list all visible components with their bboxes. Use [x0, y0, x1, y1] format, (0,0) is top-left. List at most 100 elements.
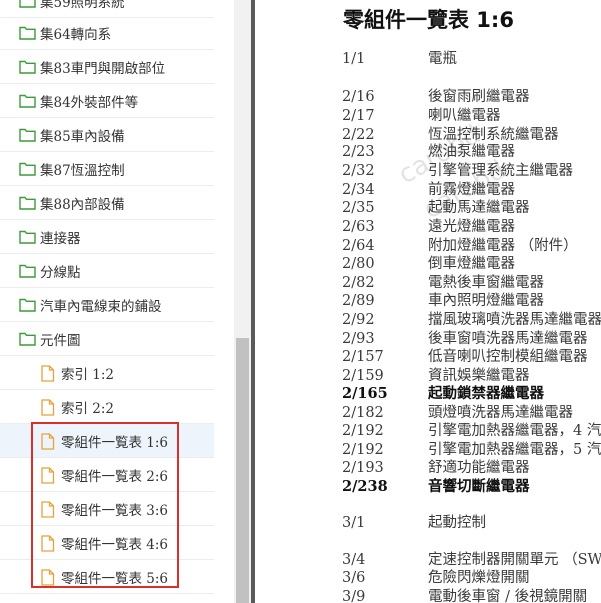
component-name: 倒車燈繼電器: [428, 256, 515, 272]
component-name: 低音喇叭控制模組繼電器: [428, 349, 588, 365]
component-row: 2/34 前霧燈繼電器: [255, 181, 601, 199]
tree-item[interactable]: 零組件一覧表 3:6: [0, 492, 214, 526]
component-row: 2/159 資訊娛樂繼電器: [255, 367, 601, 385]
component-code: 2/159: [342, 368, 384, 384]
component-code: 2/22: [342, 127, 375, 143]
component-row: 2/32 引擎管理系統主繼電器: [255, 162, 601, 180]
file-icon: [40, 501, 57, 518]
folder-icon: [19, 161, 36, 176]
component-row: 2/193 舒適功能繼電器: [255, 459, 601, 477]
component-name: 起動控制: [428, 515, 486, 531]
component-code: 1/1: [342, 51, 366, 67]
file-icon: [40, 569, 57, 586]
tree-item-label: 分線點: [40, 264, 81, 281]
component-row: 3/1 起動控制: [255, 514, 601, 532]
page-title: 零組件一覽表 1:6: [343, 8, 514, 32]
tree-item-label: 零組件一覧表 4:6: [61, 536, 169, 553]
tree-item[interactable]: 零組件一覧表 5:6: [0, 560, 214, 594]
component-row: 2/93 後車窗噴洗器馬達繼電器: [255, 330, 601, 348]
component-code: 2/32: [342, 163, 375, 179]
component-name: 音響切斷繼電器: [428, 478, 530, 495]
tree-item[interactable]: 集83車門與開啟部位: [0, 50, 214, 84]
component-row: 2/17 喇叭繼電器: [255, 107, 601, 125]
tree-item[interactable]: 集64轉向系: [0, 16, 214, 50]
component-name: 燃油泵繼電器: [428, 144, 515, 160]
file-icon: [40, 399, 57, 416]
component-name: 後車窗噴洗器馬達繼電器: [428, 331, 588, 347]
component-name: 附加燈繼電器 （附件）: [428, 238, 578, 254]
tree-item-label: 集64轉向系: [40, 26, 112, 43]
component-row: 3/6 危險閃爍燈開關: [255, 569, 601, 587]
component-code: 2/165: [342, 385, 388, 402]
component-row: 2/192 引擎電加熱器繼電器，4 汽缸: [255, 422, 601, 440]
component-code: 2/192: [342, 442, 384, 458]
component-name: 電熱後車窗繼電器: [428, 275, 544, 291]
component-row: 2/92 擋風玻璃噴洗器馬達繼電器: [255, 311, 601, 329]
tree-item[interactable]: 連接器: [0, 220, 214, 254]
component-name: 擋風玻璃噴洗器馬達繼電器: [428, 312, 601, 328]
tree-item-label: 集85車內設備: [40, 128, 125, 145]
component-row: 2/16 後窗雨刷繼電器: [255, 88, 601, 106]
component-row: 3/9 電動後車窗 / 後視鏡開關: [255, 588, 601, 603]
navigation-tree: 集59照明系統 集64轉向系 集83車門與開啟部位 集84外裝部件等 集85車內設備 集8…: [0, 0, 234, 603]
component-name: 起動馬達繼電器: [428, 200, 530, 216]
file-icon: [40, 535, 57, 552]
component-name: 後窗雨刷繼電器: [428, 89, 530, 105]
component-name: 車內照明燈繼電器: [428, 293, 544, 309]
file-icon: [40, 467, 57, 484]
component-name: 定速控制器開關單元 （SWS）: [428, 552, 601, 568]
tree-item[interactable]: 集87恆溫控制: [0, 152, 214, 186]
tree-item-label: 索引 2:2: [61, 400, 115, 417]
component-code: 3/4: [342, 552, 366, 568]
component-row: 2/22 恆溫控制系統繼電器: [255, 126, 601, 144]
component-code: 2/93: [342, 331, 375, 347]
file-icon: [40, 433, 57, 450]
component-code: 2/89: [342, 293, 375, 309]
tree-item[interactable]: 集88內部設備: [0, 186, 214, 220]
folder-icon: [19, 93, 36, 108]
component-name: 電瓶: [428, 51, 457, 67]
tree-item[interactable]: 元件圖: [0, 322, 214, 356]
component-code: 2/80: [342, 256, 375, 272]
component-row: 2/64 附加燈繼電器 （附件）: [255, 237, 601, 255]
tree-item[interactable]: 集84外裝部件等: [0, 84, 214, 118]
component-code: 2/182: [342, 405, 384, 421]
component-name: 舒適功能繼電器: [428, 460, 530, 476]
folder-icon: [19, 331, 36, 346]
tree-item[interactable]: 分線點: [0, 254, 214, 288]
component-row: 2/157 低音喇叭控制模組繼電器: [255, 348, 601, 366]
folder-icon: [19, 0, 36, 8]
component-code: 2/238: [342, 478, 388, 495]
component-code: 3/1: [342, 515, 366, 531]
folder-icon: [19, 229, 36, 244]
component-name: 引擎電加熱器繼電器，4 汽缸: [428, 423, 601, 439]
tree-item[interactable]: 集85車內設備: [0, 118, 214, 152]
tree-item-label: 零組件一覧表 3:6: [61, 502, 169, 519]
component-row: 2/182 頭燈噴洗器馬達繼電器: [255, 404, 601, 422]
component-code: 2/192: [342, 423, 384, 439]
component-row: 3/4 定速控制器開關單元 （SWS）: [255, 551, 601, 569]
component-code: 2/193: [342, 460, 384, 476]
component-code: 2/82: [342, 275, 375, 291]
tree-item[interactable]: 汽車內電線束的鋪設: [0, 288, 214, 322]
folder-icon: [19, 25, 36, 40]
tree-item[interactable]: 索引 1:2: [0, 356, 214, 390]
tree-item[interactable]: 索引 2:2: [0, 390, 214, 424]
tree-item[interactable]: 零組件一覧表 1:6: [0, 424, 214, 458]
component-row: 2/35 起動馬達繼電器: [255, 199, 601, 217]
scrollbar-thumb[interactable]: [236, 338, 249, 603]
folder-icon: [19, 297, 36, 312]
component-code: 2/64: [342, 238, 375, 254]
component-row: 2/82 電熱後車窗繼電器: [255, 274, 601, 292]
tree-item[interactable]: 零組件一覧表 2:6: [0, 458, 214, 492]
folder-icon: [19, 59, 36, 74]
component-name: 遠光燈繼電器: [428, 219, 515, 235]
component-code: 3/6: [342, 570, 366, 586]
component-name: 喇叭繼電器: [428, 108, 501, 124]
component-code: 2/34: [342, 182, 375, 198]
tree-item-label: 零組件一覧表 2:6: [61, 468, 169, 485]
tree-item[interactable]: 零組件一覧表 4:6: [0, 526, 214, 560]
folder-icon: [19, 195, 36, 210]
component-row: 2/165 起動鎖禁器繼電器: [255, 385, 601, 403]
component-row: 2/89 車內照明燈繼電器: [255, 292, 601, 310]
